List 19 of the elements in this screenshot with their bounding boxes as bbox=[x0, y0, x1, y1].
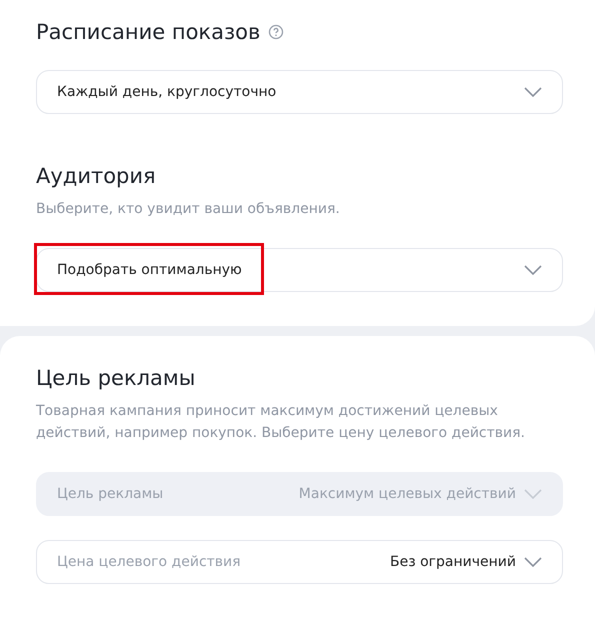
chevron-down-icon bbox=[524, 489, 542, 499]
dropdown[interactable]: Подобрать оптимальную bbox=[36, 248, 563, 292]
selected-value: Максимум целевых действий bbox=[298, 486, 516, 502]
help-icon[interactable] bbox=[268, 24, 284, 40]
field-label: Цена целевого действия bbox=[57, 554, 241, 570]
chevron-down-icon bbox=[524, 557, 542, 567]
section-description: Выберите, кто увидит ваши объявления. bbox=[36, 200, 341, 219]
selected-value: Каждый день, круглосуточно bbox=[57, 84, 278, 100]
selected-value: Без ограничений bbox=[389, 554, 516, 570]
section-title: Цель рекламы bbox=[36, 366, 196, 390]
section-description: Товарная кампания приносит максимум достижений целевых действий, например покупок. Выберите цену целевого действия. bbox=[36, 402, 526, 443]
dropdown[interactable]: Каждый день, круглосуточно bbox=[36, 70, 563, 114]
selected-value: Подобрать оптимальную bbox=[57, 262, 243, 278]
chevron-down-icon bbox=[524, 87, 542, 97]
dropdown[interactable]: Цена целевого действия Без ограничений bbox=[36, 540, 563, 584]
field-label: Цель рекламы bbox=[57, 486, 164, 502]
chevron-down-icon bbox=[524, 265, 542, 275]
section-title: Аудитория bbox=[36, 164, 156, 188]
section-title: Расписание показов bbox=[36, 20, 260, 44]
